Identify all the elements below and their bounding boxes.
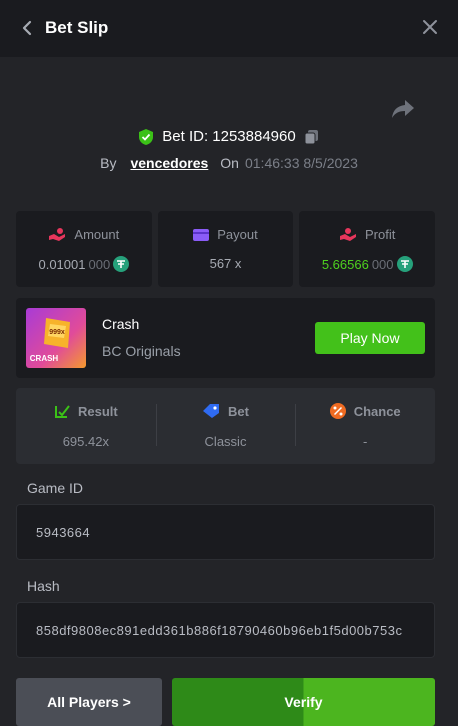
bet-label: Bet	[228, 403, 249, 419]
hand-coin-icon	[49, 227, 66, 241]
tag-icon	[203, 404, 220, 418]
stat-label-amount: Amount	[74, 227, 120, 242]
percent-icon	[329, 403, 346, 419]
usdt-coin-icon	[113, 256, 130, 272]
chance-value: -	[363, 434, 368, 449]
profit-value-dim: 000	[371, 256, 394, 272]
game-name: Crash	[102, 316, 140, 332]
back-chevron-icon[interactable]	[20, 18, 34, 38]
amount-value-dim: 000	[88, 256, 111, 272]
on-label: On	[220, 155, 239, 171]
bet-author-row: By vencedores On 01:46:33 8/5/2023	[0, 155, 458, 171]
result-check-icon	[54, 405, 70, 418]
by-label: By	[100, 155, 117, 171]
profit-icon	[340, 227, 356, 241]
bet-stats: Amount 0.01001 000 Payout 567 x Profit 5…	[16, 211, 436, 287]
result-panel: Result 695.42x Bet Classic Chance -	[16, 388, 435, 464]
page-title: Bet Slip	[45, 18, 109, 37]
game-id-field[interactable]: 5943664	[16, 504, 435, 560]
payout-value: 567 x	[209, 256, 242, 271]
all-players-button[interactable]: All Players >	[16, 678, 162, 726]
thumb-badge: 999x	[49, 329, 65, 336]
bet-value: Classic	[204, 434, 247, 449]
hash-label: Hash	[27, 578, 60, 594]
game-card: 999x CRASH Crash BC Originals Play Now	[16, 298, 435, 378]
stat-payout: Payout 567 x	[157, 211, 294, 287]
stat-label-profit: Profit	[365, 227, 396, 242]
chance-label: Chance	[353, 403, 401, 419]
stat-label-payout: Payout	[217, 227, 258, 242]
verified-shield-icon	[139, 128, 154, 145]
stat-profit: Profit 5.66566 000	[299, 211, 436, 287]
game-provider: BC Originals	[102, 343, 181, 359]
chance-col: Chance -	[295, 388, 435, 464]
result-label: Result	[77, 403, 118, 419]
share-icon[interactable]	[391, 98, 415, 120]
hash-field[interactable]: 858df9808ec891edd361b886f18790460b96eb1f…	[16, 602, 435, 658]
result-col: Result 695.42x	[16, 388, 156, 464]
amount-value: 0.01001	[38, 256, 86, 272]
wallet-icon	[193, 228, 210, 241]
result-value: 695.42x	[62, 434, 109, 449]
play-now-button[interactable]: Play Now	[315, 322, 425, 354]
usdt-coin-icon	[396, 256, 413, 272]
header-bar: Bet Slip	[0, 0, 458, 57]
bet-id: Bet ID: 1253884960	[162, 128, 296, 145]
bet-id-row: Bet ID: 1253884960	[0, 128, 458, 145]
game-id-label: Game ID	[27, 480, 84, 496]
copy-icon[interactable]	[304, 129, 320, 145]
stat-amount: Amount 0.01001 000	[16, 211, 152, 287]
close-icon[interactable]	[422, 19, 438, 35]
profit-value: 5.66566	[321, 256, 369, 272]
game-thumbnail[interactable]: 999x CRASH	[26, 308, 86, 368]
thumb-label: CRASH	[30, 354, 59, 363]
verify-button[interactable]: Verify	[172, 678, 435, 726]
bet-col: Bet Classic	[155, 388, 296, 464]
bet-datetime: 01:46:33 8/5/2023	[244, 155, 358, 171]
username-link[interactable]: vencedores	[130, 155, 208, 171]
